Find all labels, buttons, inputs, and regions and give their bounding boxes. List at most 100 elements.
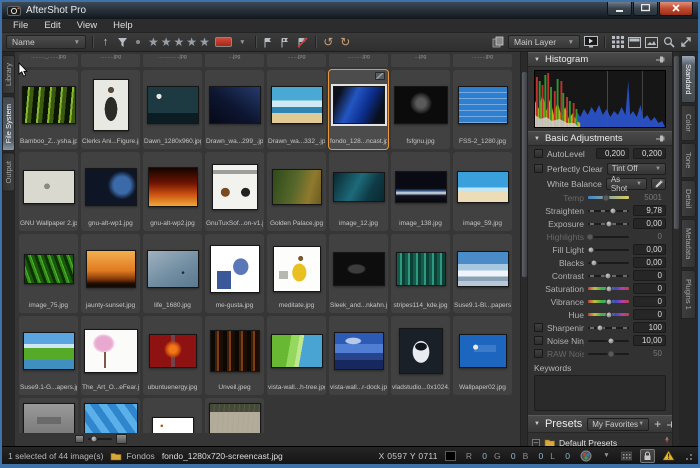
slider-handle[interactable] — [603, 194, 610, 201]
thumb-cell-partial[interactable]: .......jpg — [267, 54, 326, 67]
exposure-slider[interactable] — [588, 223, 629, 225]
thumb-cell[interactable]: GNU Wallpaper 2.jpg — [19, 152, 78, 231]
fill-light-slider[interactable] — [588, 249, 629, 251]
thumb-cell[interactable]: gnu-alt-wp1.jpg — [81, 152, 140, 231]
color-profile-icon[interactable] — [580, 448, 593, 463]
blacks-value[interactable]: 0,00 — [633, 257, 666, 268]
thumb-cell[interactable]: fsfgnu.jpg — [391, 70, 450, 149]
large-thumbnail-icon[interactable] — [116, 434, 127, 444]
sharpening-slider[interactable] — [588, 327, 629, 329]
flag-clear-icon[interactable] — [296, 35, 309, 50]
thumb-cell[interactable]: Drawn_wa...332_.jpg — [267, 70, 326, 149]
flag-reject-icon[interactable] — [279, 35, 292, 50]
saturation-value[interactable]: 0 — [633, 283, 666, 294]
slider-handle[interactable] — [605, 220, 612, 227]
slider-handle[interactable] — [607, 337, 614, 344]
thumb-cell[interactable]: meditate.jpg — [267, 234, 326, 313]
highlights-value[interactable]: 0 — [633, 231, 666, 242]
star-filter-icon-2[interactable]: ★ — [161, 36, 172, 48]
tab-standard[interactable]: Standard — [681, 55, 696, 103]
thumb-cell[interactable]: Suse9.1-Bl...papers.jpg — [453, 234, 512, 313]
thumb-cell[interactable] — [205, 398, 264, 433]
slider-handle[interactable] — [610, 207, 617, 214]
saturation-slider[interactable] — [588, 287, 629, 290]
perfectly-clear-checkbox[interactable] — [534, 164, 543, 173]
thumb-cell[interactable]: life_1680.jpg — [143, 234, 202, 313]
thumb-cell-partial[interactable]: ...jpg — [391, 54, 450, 67]
sort-select[interactable]: Name▼ — [6, 35, 86, 49]
raw-noise-slider[interactable] — [588, 353, 629, 355]
contrast-value[interactable]: 0 — [633, 270, 666, 281]
favorites-select[interactable]: My Favorites▼ — [587, 418, 649, 431]
white-balance-select[interactable]: As Shot▼ — [606, 178, 647, 190]
thumb-cell[interactable]: stripes114_kde.jpg — [391, 234, 450, 313]
close-button[interactable] — [659, 2, 693, 16]
menu-help[interactable]: Help — [106, 20, 140, 31]
tab-library[interactable]: Library — [2, 55, 15, 94]
thumb-cell[interactable]: Unveil.jpeg — [205, 316, 264, 395]
thumb-cell[interactable]: Dawn_1280x960.jpg — [143, 70, 202, 149]
thumb-cell-partial[interactable]: .........jpg — [453, 54, 512, 67]
thumb-cell[interactable]: Suse9.1-G...apers.jpg — [19, 316, 78, 395]
rotate-right-icon[interactable]: ↻ — [339, 35, 352, 50]
thumb-cell[interactable]: vladstudio...0x1024.jpg — [391, 316, 450, 395]
tab-output[interactable]: Output — [2, 153, 15, 192]
image-view-icon[interactable] — [645, 35, 658, 50]
layers-icon[interactable] — [491, 35, 504, 50]
sharpening-value[interactable]: 100 — [633, 322, 666, 333]
temp-value[interactable]: 5001 — [633, 192, 666, 203]
add-preset-icon[interactable]: + — [654, 419, 661, 429]
no-rating-dot[interactable] — [136, 40, 140, 44]
autolevel-value-2[interactable]: 0,200 — [633, 148, 666, 159]
thumb-cell[interactable]: The_Art_O...eFear.jpg — [81, 316, 140, 395]
lock-icon[interactable] — [640, 449, 655, 463]
collapse-triangle-icon[interactable]: ▼ — [534, 136, 540, 142]
straighten-value[interactable]: 9,78 — [633, 205, 666, 216]
flag-pick-icon[interactable] — [262, 35, 275, 50]
thumb-cell[interactable]: Drawn_wa...299_.jpg — [205, 70, 264, 149]
label-color-swatch[interactable] — [215, 37, 232, 47]
tab-metadata[interactable]: Metadata — [681, 219, 696, 268]
contrast-slider[interactable] — [588, 275, 629, 277]
straighten-slider[interactable] — [588, 210, 629, 212]
thumb-cell[interactable]: image_138.jpg — [391, 152, 450, 231]
preset-folder-row[interactable]: – Default Presets — [532, 436, 668, 446]
tab-tone[interactable]: Tone — [681, 143, 696, 177]
thumb-cell[interactable]: fondo_128...ncast.jpg — [329, 70, 388, 149]
collapse-triangle-icon[interactable]: ▼ — [534, 421, 540, 427]
thumb-cell-partial[interactable]: ..............jpg — [143, 54, 202, 67]
slider-handle[interactable] — [605, 285, 612, 292]
chevron-down-icon[interactable]: ▼ — [600, 448, 613, 463]
collapse-box-icon[interactable]: – — [532, 439, 540, 447]
vibrance-value[interactable]: 0 — [633, 296, 666, 307]
slider-handle[interactable] — [591, 259, 598, 266]
slider-handle[interactable] — [605, 298, 612, 305]
thumb-cell[interactable]: me-gusta.jpg — [205, 234, 264, 313]
thumb-cell[interactable] — [143, 398, 202, 433]
thumb-cell-partial[interactable]: ..........jpg — [329, 54, 388, 67]
breadcrumb[interactable]: Fondos — [110, 451, 154, 461]
noise-ninja-slider[interactable] — [588, 340, 629, 342]
filter-icon[interactable] — [116, 35, 129, 50]
thumb-cell[interactable]: Bamboo_Z...ysha.jpg — [19, 70, 78, 149]
star-filter-icon-1[interactable]: ★ — [148, 36, 159, 48]
slideshow-icon[interactable] — [584, 35, 598, 50]
slider-handle[interactable] — [587, 246, 594, 253]
star-filter-icon-3[interactable]: ★ — [174, 36, 185, 48]
presets-header[interactable]: ▼ Presets My Favorites▼ + — [528, 415, 672, 433]
menu-edit[interactable]: Edit — [37, 20, 67, 31]
pin-icon[interactable] — [655, 134, 666, 143]
hue-slider[interactable] — [588, 313, 629, 316]
layer-select[interactable]: Main Layer▼ — [508, 35, 580, 49]
star-filter-icon-4[interactable]: ★ — [186, 36, 197, 48]
thumbnail-grid-view-icon[interactable] — [611, 35, 624, 50]
thumb-cell[interactable]: image_75.jpg — [19, 234, 78, 313]
fill-light-value[interactable]: 0,00 — [633, 244, 666, 255]
thumb-cell-partial[interactable]: .........jpg — [81, 54, 140, 67]
tint-select[interactable]: Tint Off▼ — [607, 163, 666, 175]
fullscreen-icon[interactable] — [679, 35, 692, 50]
slider-handle[interactable] — [607, 350, 614, 357]
panel-scrollbar[interactable] — [672, 52, 679, 446]
thumb-cell[interactable]: vista-wall...r-dock.jpg — [329, 316, 388, 395]
thumb-cell[interactable]: Golden Palace.jpg — [267, 152, 326, 231]
